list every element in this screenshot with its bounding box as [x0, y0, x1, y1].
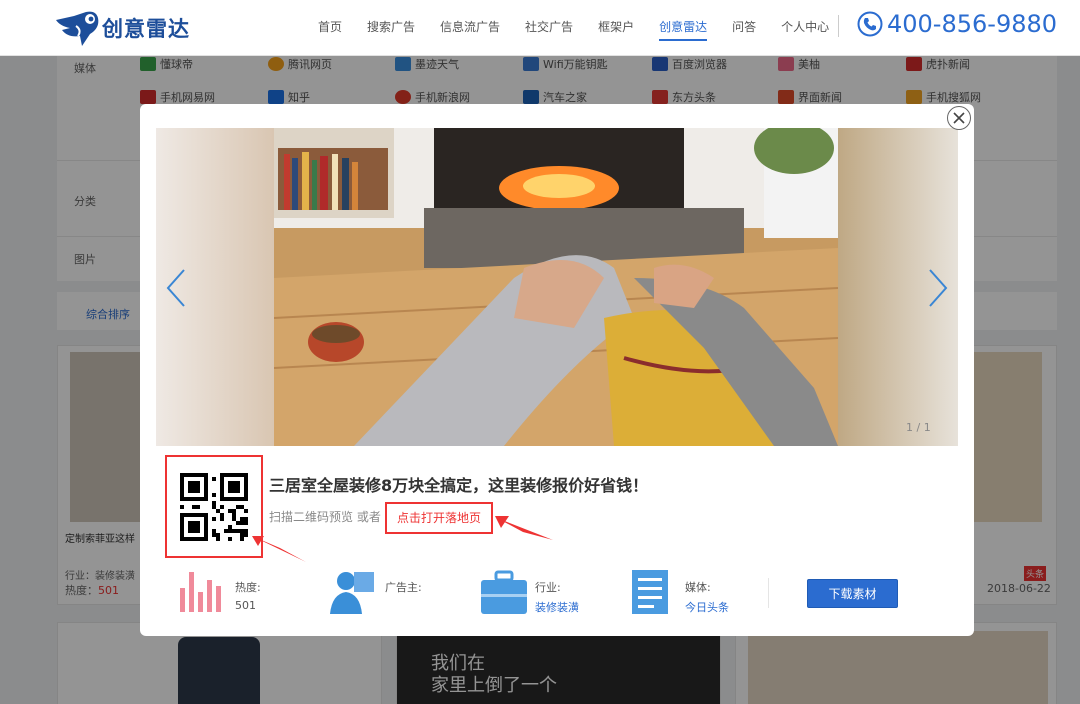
open-landing-page-link[interactable]: 点击打开落地页 [385, 502, 494, 534]
ad-creative-image [274, 128, 838, 446]
media-label: 媒体: [685, 581, 711, 594]
nav-user-center[interactable]: 个人中心 [781, 18, 829, 38]
heat-stat: 热度: 501 [180, 570, 261, 612]
qr-code-icon[interactable] [180, 472, 248, 541]
heat-label: 热度: [235, 581, 261, 594]
download-material-button[interactable]: 下载素材 [807, 579, 898, 608]
nav-framework[interactable]: 框架户 [598, 18, 634, 38]
document-icon [632, 570, 668, 614]
annotation-arrow-icon [252, 536, 306, 562]
hotline: 400-856-9880 [857, 10, 1057, 38]
bird-logo-icon [56, 11, 99, 47]
nav-creative-radar[interactable]: 创意雷达 [659, 18, 708, 41]
advertiser-label: 广告主: [385, 581, 422, 594]
slide-counter: 1 / 1 [906, 421, 931, 434]
industry-stat: 行业: 装修装潢 [481, 570, 579, 615]
nav-search-ads[interactable]: 搜索广告 [367, 18, 415, 38]
nav-divider [838, 15, 839, 37]
annotation-arrow-icon [495, 516, 553, 540]
phone-number: 400-856-9880 [887, 10, 1058, 38]
ad-title: 三居室全屋装修8万块全搞定，这里装修报价好省钱！ [269, 476, 649, 495]
briefcase-icon [481, 570, 527, 614]
logo[interactable]: 创意雷达 [54, 8, 190, 48]
nav-qa[interactable]: 问答 [732, 18, 756, 38]
image-carousel [156, 128, 958, 446]
advertiser-stat: 广告主: [330, 570, 422, 616]
logo-text: 创意雷达 [102, 17, 190, 41]
close-icon [953, 112, 965, 124]
media-value: 今日头条 [685, 601, 729, 614]
top-header: 创意雷达 首页 搜索广告 信息流广告 社交广告 框架户 创意雷达 问答 个人中心… [0, 0, 1080, 56]
nav-feed-ads[interactable]: 信息流广告 [440, 18, 500, 38]
next-arrow-icon[interactable] [926, 268, 950, 308]
phone-icon [857, 11, 883, 37]
divider [768, 578, 769, 608]
nav-social-ads[interactable]: 社交广告 [525, 18, 573, 38]
industry-value: 装修装潢 [535, 601, 579, 614]
qr-code-frame [165, 455, 263, 558]
prev-arrow-icon[interactable] [164, 268, 188, 308]
media-stat: 媒体: 今日头条 [632, 570, 729, 615]
nav-home[interactable]: 首页 [318, 18, 342, 38]
bar-chart-icon [180, 572, 221, 612]
close-button[interactable] [947, 106, 971, 130]
heat-value: 501 [235, 599, 256, 612]
advertiser-icon [330, 572, 374, 614]
main-nav: 首页 搜索广告 信息流广告 社交广告 框架户 创意雷达 问答 个人中心 [318, 18, 854, 41]
scan-hint: 扫描二维码预览 或者 [269, 510, 381, 524]
industry-label: 行业: [535, 581, 561, 594]
